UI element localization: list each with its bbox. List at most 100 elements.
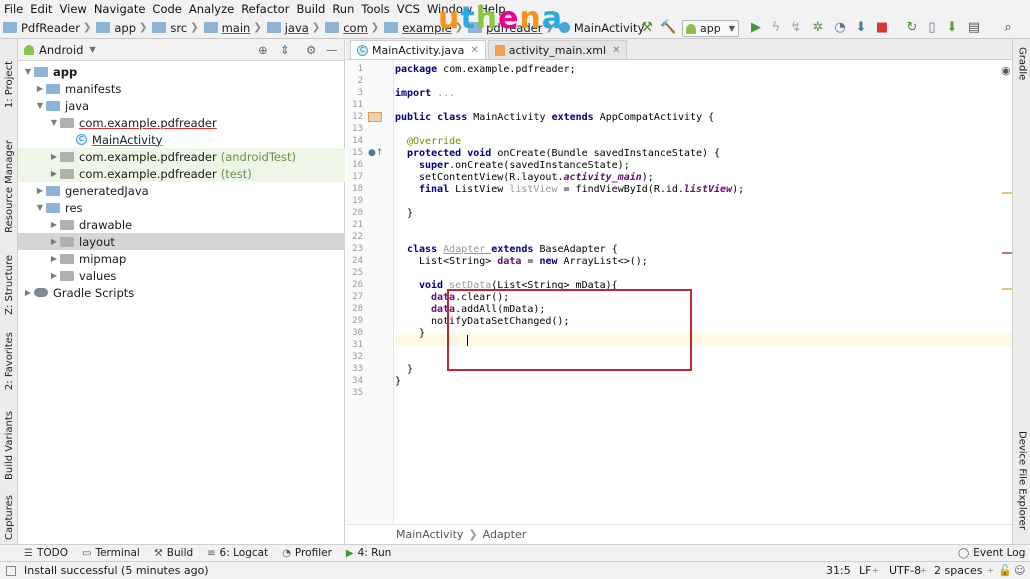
crumb-mainactivity[interactable]: MainActivity	[556, 21, 644, 35]
profile-icon[interactable]: ◔	[833, 21, 847, 35]
run-icon[interactable]: ▶	[749, 21, 763, 35]
make-project-icon[interactable]: 🔨	[660, 21, 676, 35]
crumb-app[interactable]: app ❯	[93, 21, 147, 35]
tree-item-manifests[interactable]: ▶ manifests	[18, 80, 345, 97]
tree-item-layout[interactable]: ▶ layout	[18, 233, 345, 250]
hammer-icon[interactable]: ⚒	[640, 21, 654, 35]
inspector-icon[interactable]: ☺	[1014, 564, 1025, 577]
hide-icon[interactable]: —	[326, 43, 338, 57]
chevron-down-icon[interactable]: ▼	[89, 45, 95, 54]
caret-position[interactable]: 31:5	[826, 564, 851, 577]
file-encoding[interactable]: UTF-8	[889, 564, 921, 577]
tab-structure[interactable]: Z: Structure	[0, 247, 18, 323]
tree-item-gradle-scripts[interactable]: ▶ Gradle Scripts	[18, 284, 345, 301]
tab-activity-main-xml[interactable]: activity_main.xml ✕	[487, 40, 628, 59]
chevron-right-icon: ▶	[50, 271, 58, 280]
tab-device-file-explorer[interactable]: Device File Explorer	[1013, 431, 1030, 543]
tree-item-drawable[interactable]: ▶ drawable	[18, 216, 345, 233]
tab-resource-manager[interactable]: Resource Manager	[0, 125, 18, 247]
avd-manager-icon[interactable]: ▯	[925, 21, 939, 35]
tree-item-java[interactable]: ▼ java	[18, 97, 345, 114]
line-number: 31	[352, 340, 363, 350]
run-config-label: app	[700, 22, 721, 35]
locate-icon[interactable]: ⊕	[258, 43, 268, 57]
tree-item-package-androidtest[interactable]: ▶ com.example.pdfreader (androidTest)	[18, 148, 345, 165]
chevron-down-icon: ▼	[24, 67, 32, 76]
scroll-marker[interactable]	[1002, 288, 1012, 290]
project-view-selector[interactable]: Android	[39, 43, 83, 57]
scroll-marker[interactable]	[1002, 192, 1012, 194]
tree-item-mainactivity[interactable]: C MainActivity	[18, 131, 345, 148]
editor-crumb[interactable]: MainActivity	[396, 528, 463, 541]
sync-gradle-icon[interactable]: ↻	[905, 21, 919, 35]
tool-build[interactable]: ⚒ Build	[154, 547, 193, 559]
run-config-selector[interactable]: app ▼	[682, 20, 739, 37]
apply-changes-icon[interactable]: ϟ	[769, 21, 783, 35]
menu-run[interactable]: Run	[332, 2, 354, 16]
menu-code[interactable]: Code	[152, 2, 181, 16]
tab-favorites[interactable]: 2: Favorites	[0, 323, 18, 399]
search-icon[interactable]: ⌕	[1001, 21, 1015, 35]
crumb-java[interactable]: java ❯	[264, 21, 320, 35]
gear-icon[interactable]: ⚙	[306, 43, 316, 57]
code-area[interactable]: package com.example.pdfreader; import ..…	[395, 60, 1030, 524]
package-icon	[60, 168, 74, 179]
status-message[interactable]: Install successful (5 minutes ago)	[24, 564, 209, 577]
crumb-main[interactable]: main ❯	[201, 21, 262, 35]
tab-mainactivity-java[interactable]: C MainActivity.java ✕	[350, 40, 486, 59]
close-icon[interactable]: ✕	[470, 45, 478, 56]
indent-setting[interactable]: 2 spaces	[934, 564, 983, 577]
status-toggle-icon[interactable]	[6, 565, 16, 576]
editor-crumb[interactable]: Adapter	[483, 528, 527, 541]
code-line: class Adapter extends BaseAdapter {	[407, 244, 618, 255]
line-separator[interactable]: LF	[859, 564, 871, 577]
stop-icon[interactable]: ■	[875, 21, 889, 35]
menu-vcs[interactable]: VCS	[397, 2, 420, 16]
crumb-project[interactable]: PdfReader ❯	[0, 21, 91, 35]
tree-item-app[interactable]: ▼ app	[18, 63, 345, 80]
debug-icon[interactable]: ✲	[811, 21, 825, 35]
apply-code-changes-icon[interactable]: ↯	[789, 21, 803, 35]
scroll-marker[interactable]	[1002, 252, 1012, 254]
tree-item-values[interactable]: ▶ values	[18, 267, 345, 284]
code-line: package com.example.pdfreader;	[395, 64, 576, 75]
eye-icon[interactable]: ◉	[1001, 64, 1011, 77]
module-folder-icon	[34, 66, 48, 77]
tool-todo[interactable]: ☰ TODO	[24, 547, 68, 559]
chevron-down-icon: ▼	[50, 118, 58, 127]
override-gutter-icon[interactable]: ●↑	[368, 148, 383, 158]
tab-build-variants[interactable]: Build Variants	[0, 399, 18, 491]
tool-profiler[interactable]: ◔ Profiler	[282, 547, 332, 559]
chevron-down-icon: ÷	[987, 566, 994, 575]
tree-item-mipmap[interactable]: ▶ mipmap	[18, 250, 345, 267]
crumb-com[interactable]: com ❯	[322, 21, 379, 35]
menu-refactor[interactable]: Refactor	[241, 2, 289, 16]
crumb-src[interactable]: src ❯	[149, 21, 199, 35]
tool-terminal[interactable]: ▭ Terminal	[82, 547, 140, 559]
menu-file[interactable]: File	[4, 2, 23, 16]
menu-view[interactable]: View	[60, 2, 87, 16]
tree-item-res[interactable]: ▼ res	[18, 199, 345, 216]
sdk-manager-icon[interactable]: ⬇	[945, 21, 959, 35]
list-icon: ☰	[24, 547, 33, 559]
tool-run[interactable]: ▶ 4: Run	[346, 547, 391, 559]
tree-item-generatedjava[interactable]: ▶ generatedJava	[18, 182, 345, 199]
collapse-icon[interactable]: ⇕	[280, 43, 290, 57]
tab-project[interactable]: 1: Project	[0, 45, 18, 125]
tree-item-package-test[interactable]: ▶ com.example.pdfreader (test)	[18, 165, 345, 182]
tree-item-package[interactable]: ▼ com.example.pdfreader	[18, 114, 345, 131]
tool-event-log[interactable]: ◯ Event Log	[958, 547, 1025, 559]
menu-tools[interactable]: Tools	[361, 2, 389, 16]
menu-analyze[interactable]: Analyze	[189, 2, 234, 16]
menu-navigate[interactable]: Navigate	[94, 2, 146, 16]
lock-icon[interactable]: 🔓	[998, 564, 1012, 577]
attach-debugger-icon[interactable]: ⬇	[854, 21, 868, 35]
close-icon[interactable]: ✕	[612, 45, 620, 56]
project-structure-icon[interactable]: ▤	[967, 21, 981, 35]
tab-gradle[interactable]: Gradle	[1013, 47, 1030, 107]
menu-edit[interactable]: Edit	[30, 2, 52, 16]
tool-logcat[interactable]: ≡ 6: Logcat	[207, 547, 268, 559]
tab-captures[interactable]: Captures	[0, 491, 18, 544]
menu-build[interactable]: Build	[296, 2, 325, 16]
xml-gutter-icon[interactable]	[368, 112, 382, 122]
